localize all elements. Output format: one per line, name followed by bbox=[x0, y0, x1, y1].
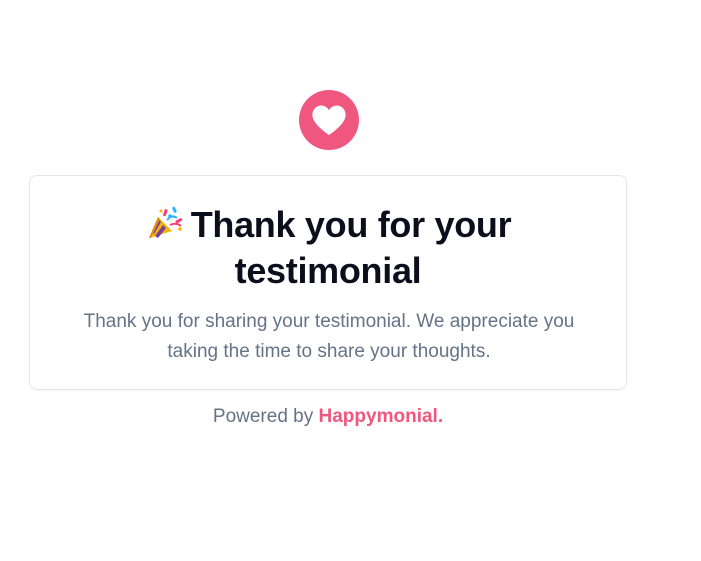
powered-by-footer: Powered by Happymonial. bbox=[29, 404, 627, 430]
title-line-1-text: Thank you for your bbox=[190, 204, 512, 245]
thank-you-page: Thank you for your testimonial Thank you… bbox=[0, 0, 701, 561]
brand-link[interactable]: Happymonial. bbox=[319, 406, 444, 427]
party-popper-icon bbox=[148, 206, 182, 238]
page-title: Thank you for your testimonial bbox=[30, 202, 626, 294]
heart-icon bbox=[312, 105, 346, 135]
heart-badge bbox=[299, 90, 359, 150]
title-line-2: testimonial bbox=[234, 250, 422, 291]
thank-you-card: Thank you for your testimonial Thank you… bbox=[29, 175, 627, 390]
powered-by-label: Powered by bbox=[212, 406, 314, 427]
title-line-1: Thank you for your bbox=[30, 202, 626, 248]
thank-you-message: Thank you for sharing your testimonial. … bbox=[83, 311, 575, 362]
